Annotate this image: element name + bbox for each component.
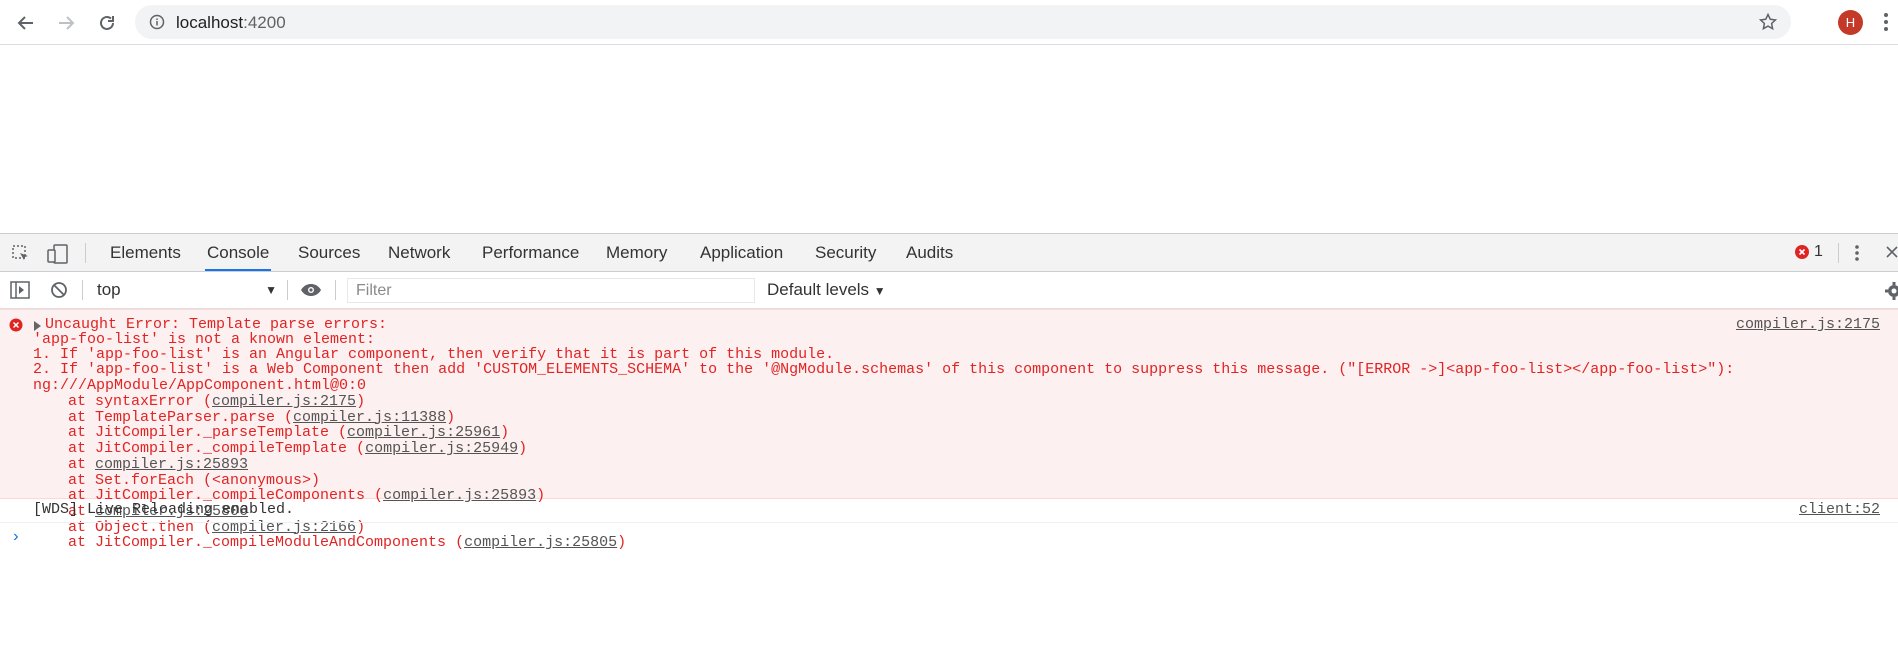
- tab-security[interactable]: Security: [813, 234, 878, 271]
- address-bar[interactable]: localhost:4200: [135, 5, 1791, 39]
- console-prompt-icon[interactable]: ›: [11, 528, 21, 546]
- console-settings-gear-icon[interactable]: [1885, 282, 1898, 300]
- tab-memory[interactable]: Memory: [604, 234, 669, 271]
- profile-avatar[interactable]: H: [1838, 10, 1863, 35]
- stack-frame: at JitCompiler._compileModuleAndComponen…: [68, 533, 626, 552]
- log-levels-dropdown[interactable]: Default levels ▼: [767, 280, 886, 300]
- back-button[interactable]: [14, 11, 38, 35]
- error-circle-icon: [9, 318, 23, 332]
- toolbar-divider: [1838, 243, 1839, 263]
- console-log-message: [WDS] Live Reloading enabled. client:52: [0, 499, 1898, 523]
- reload-icon: [100, 15, 114, 30]
- device-toolbar-icon[interactable]: [47, 244, 69, 264]
- toolbar-divider: [335, 280, 336, 300]
- error-count: 1: [1814, 243, 1823, 260]
- inspect-element-icon[interactable]: [11, 244, 31, 264]
- more-options-icon[interactable]: [1854, 244, 1860, 262]
- devtools-panel: Elements Console Sources Network Perform…: [0, 233, 1898, 657]
- page-viewport: [0, 45, 1898, 233]
- levels-label: Default levels: [767, 280, 870, 299]
- sidebar-toggle-icon[interactable]: [10, 281, 30, 299]
- toolbar-divider: [85, 243, 86, 263]
- context-selector[interactable]: top ▼: [97, 278, 277, 302]
- devtools-tabbar: Elements Console Sources Network Perform…: [0, 234, 1898, 272]
- tab-application[interactable]: Application: [698, 234, 785, 271]
- error-source-link[interactable]: compiler.js:2175: [1736, 315, 1880, 334]
- info-icon[interactable]: [149, 14, 165, 30]
- toolbar-divider: [287, 280, 288, 300]
- arrow-left-icon: [17, 16, 33, 30]
- dropdown-caret-icon: ▼: [873, 284, 886, 298]
- url-host: localhost: [176, 13, 244, 32]
- tab-console[interactable]: Console: [205, 234, 272, 271]
- url-text: localhost:4200: [176, 13, 286, 33]
- tab-performance[interactable]: Performance: [480, 234, 581, 271]
- browser-toolbar: localhost:4200 H: [0, 0, 1898, 45]
- reload-button[interactable]: [95, 11, 119, 35]
- error-counter[interactable]: 1: [1794, 243, 1823, 261]
- log-source-link[interactable]: client:52: [1799, 501, 1880, 518]
- toolbar-divider: [82, 280, 83, 300]
- console-toolbar: top ▼ Default levels ▼: [0, 272, 1898, 309]
- forward-button[interactable]: [54, 11, 78, 35]
- arrow-right-icon: [59, 16, 75, 30]
- url-port: :4200: [243, 13, 286, 32]
- live-expression-eye-icon[interactable]: [300, 283, 322, 297]
- clear-console-icon[interactable]: [50, 281, 68, 299]
- dropdown-caret-icon: ▼: [265, 283, 277, 297]
- stack-frame-link[interactable]: compiler.js:25805: [464, 534, 617, 551]
- error-circle-icon: [1795, 245, 1809, 259]
- bookmark-star-icon[interactable]: [1759, 13, 1777, 31]
- stack-frame-suffix: ): [617, 534, 627, 552]
- browser-menu-icon[interactable]: [1883, 12, 1889, 32]
- stack-frame-link[interactable]: compiler.js:25949: [365, 440, 518, 457]
- tab-sources[interactable]: Sources: [296, 234, 362, 271]
- context-value: top: [97, 280, 121, 299]
- tab-network[interactable]: Network: [386, 234, 452, 271]
- stack-frame-text: at JitCompiler._compileModuleAndComponen…: [68, 534, 465, 552]
- console-filter-input[interactable]: [347, 278, 755, 303]
- close-icon[interactable]: [1886, 244, 1898, 260]
- log-text: [WDS] Live Reloading enabled.: [33, 501, 295, 518]
- tab-audits[interactable]: Audits: [904, 234, 955, 271]
- stack-frame-suffix: ): [518, 440, 528, 458]
- console-error-message: Uncaught Error: Template parse errors: '…: [0, 309, 1898, 551]
- tab-elements[interactable]: Elements: [108, 234, 183, 271]
